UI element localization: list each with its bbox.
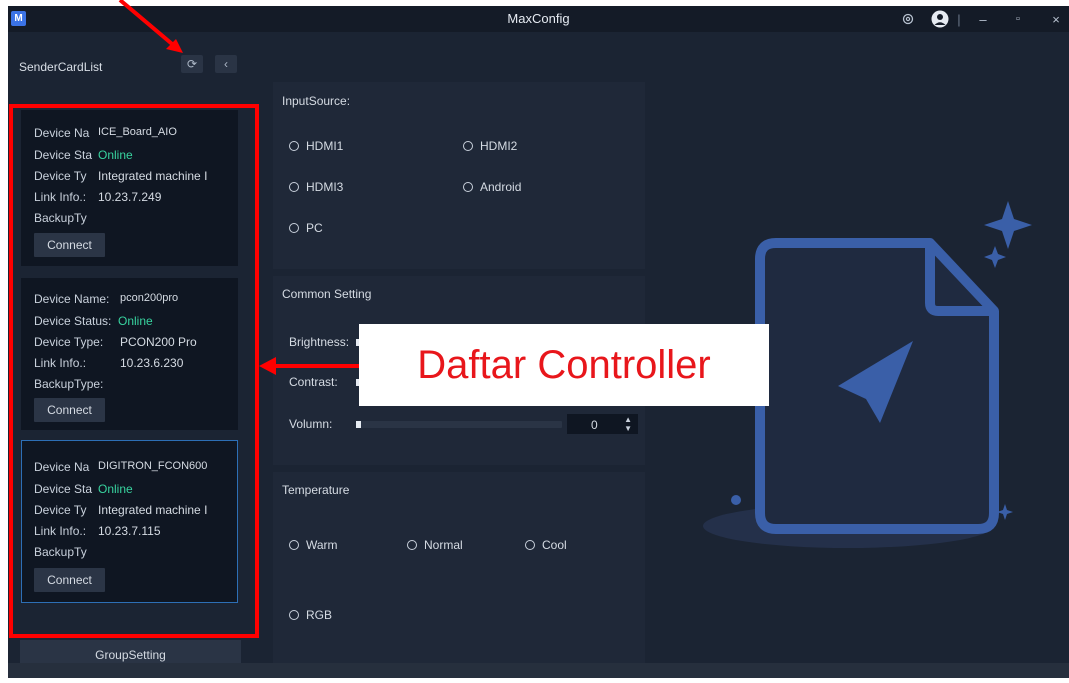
annotation-arrow-refresh [118, 0, 180, 51]
annotation-label: Daftar Controller [359, 324, 769, 406]
annotation-arrowhead-list [259, 357, 276, 375]
